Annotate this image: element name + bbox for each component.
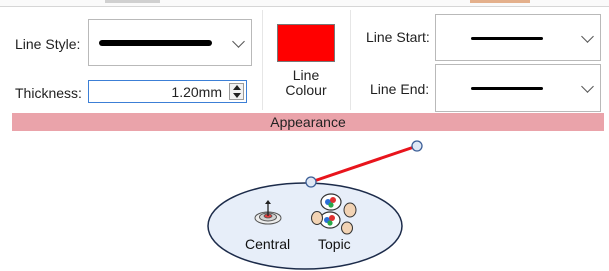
line-start-preview [471, 37, 543, 40]
thickness-spinbox[interactable]: 1.20mm [88, 80, 247, 103]
connector-start-handle[interactable] [305, 176, 317, 188]
central-topic-node[interactable] [207, 182, 403, 270]
line-colour-label-line2: Colour [285, 82, 327, 98]
appearance-group-title: Appearance [12, 113, 604, 131]
appearance-ribbon-group: Line Style: Thickness: 1.20mm Line Colou… [0, 0, 609, 133]
diagram-canvas[interactable]: Central Topic [0, 133, 609, 271]
line-end-dropdown[interactable] [435, 64, 601, 112]
ribbon-tab-marker-active [470, 0, 530, 3]
line-style-label: Line Style: [15, 36, 81, 52]
connector-end-handle[interactable] [411, 140, 423, 152]
thickness-label: Thickness: [15, 85, 82, 101]
chevron-down-icon [581, 30, 594, 43]
node-text-central: Central [245, 236, 290, 252]
line-end-preview [471, 87, 543, 90]
spin-up-icon[interactable] [233, 85, 241, 90]
spin-down-icon[interactable] [233, 93, 241, 98]
chevron-down-icon [581, 80, 594, 93]
line-colour-label: Line Colour [278, 68, 334, 98]
connector-line[interactable] [310, 144, 418, 184]
line-start-label: Line Start: [366, 29, 430, 45]
line-style-preview [99, 40, 212, 46]
line-colour-swatch[interactable] [277, 24, 335, 62]
chevron-down-icon [232, 35, 245, 48]
thickness-value[interactable]: 1.20mm [171, 84, 222, 100]
thickness-spin-buttons[interactable] [229, 83, 244, 100]
line-colour-label-line1: Line [292, 67, 320, 83]
line-start-dropdown[interactable] [435, 14, 601, 61]
group-separator [262, 10, 263, 110]
ribbon-tab-marker [105, 0, 160, 3]
group-separator [350, 10, 351, 110]
node-text-topic: Topic [318, 236, 351, 252]
line-style-dropdown[interactable] [88, 19, 252, 66]
line-end-label: Line End: [370, 81, 430, 97]
